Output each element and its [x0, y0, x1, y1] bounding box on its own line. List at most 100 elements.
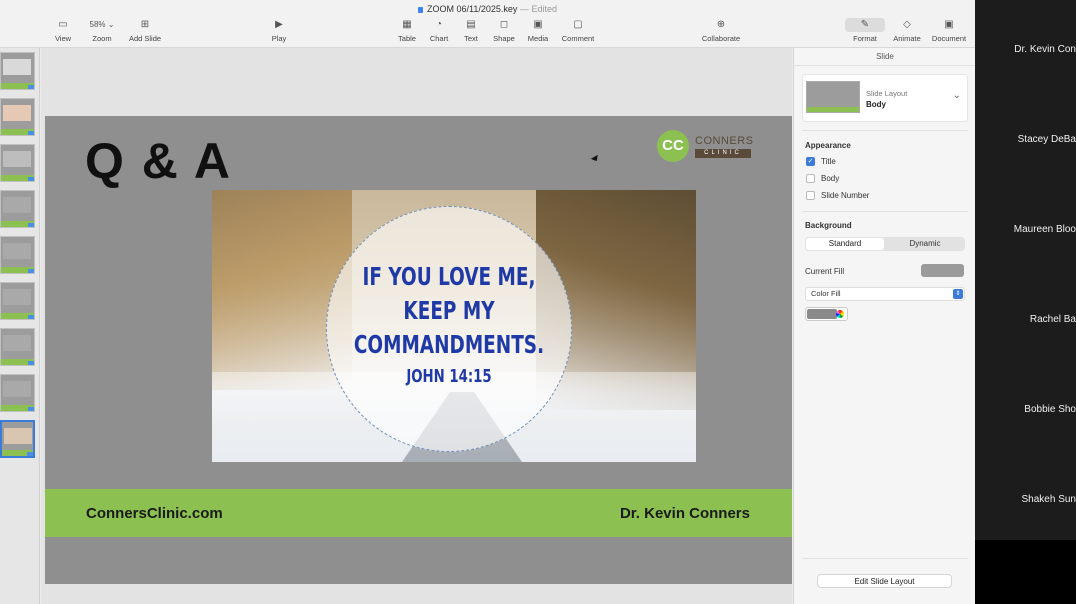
animate-button[interactable]: ◇ Animate: [889, 18, 925, 43]
tab-slide[interactable]: Slide: [794, 48, 976, 66]
logo-mark: CC: [657, 130, 689, 162]
edited-label: Edited: [531, 4, 557, 14]
media-label: Media: [527, 34, 549, 43]
slide-thumbnail[interactable]: [0, 190, 35, 228]
body-checkbox[interactable]: Body: [806, 174, 840, 184]
shape-button[interactable]: ◻ Shape: [491, 18, 517, 43]
layout-label: Slide Layout: [866, 89, 908, 98]
participant-tile[interactable]: Shakeh Sun: [975, 456, 1076, 546]
current-fill-label: Current Fill: [805, 267, 845, 276]
title-checkbox[interactable]: ✓ Title: [806, 157, 836, 167]
slide-thumbnail-selected[interactable]: [0, 420, 35, 458]
collaborate-icon: ⊕: [716, 19, 726, 30]
current-fill-swatch[interactable]: [921, 264, 964, 277]
table-label: Table: [398, 34, 416, 43]
edited-status: — Edited: [520, 4, 557, 14]
slide-thumbnail[interactable]: [0, 98, 35, 136]
document-name: ZOOM 06/11/2025.key: [427, 4, 518, 14]
add-slide-label: Add Slide: [128, 34, 162, 43]
slide-title[interactable]: Q & A: [85, 132, 232, 190]
document-label: Document: [931, 34, 967, 43]
media-button[interactable]: ▣ Media: [525, 18, 551, 43]
quote-image[interactable]: IF YOU LOVE ME, KEEP MY COMMANDMENTS. JO…: [212, 190, 696, 462]
edit-slide-layout-button[interactable]: Edit Slide Layout: [817, 574, 952, 588]
format-label: Format: [853, 34, 877, 43]
slide-canvas[interactable]: Q & A CC CONNERS CLINIC IF YOU LOVE ME, …: [41, 48, 792, 604]
table-button[interactable]: ▦ Table: [395, 18, 419, 43]
quote-line: KEEP MY: [403, 296, 495, 325]
slide-footer[interactable]: ConnersClinic.com Dr. Kevin Conners: [45, 489, 792, 537]
slide-thumbnail[interactable]: [0, 52, 35, 90]
color-wheel-icon: [836, 310, 844, 318]
play-label: Play: [271, 34, 287, 43]
view-button[interactable]: ▭ View: [52, 18, 74, 43]
thumbnail-image: [3, 59, 31, 75]
logo-subtitle: CLINIC: [695, 149, 751, 158]
fill-type-select[interactable]: Color Fill ⇕: [805, 287, 965, 301]
zoom-value: 58%: [89, 20, 106, 29]
standard-segment[interactable]: Standard: [806, 238, 884, 250]
text-box-icon: ▤: [466, 19, 476, 30]
layout-thumbnail-footer: [807, 107, 859, 112]
divider: [802, 211, 968, 212]
add-slide-button[interactable]: ⊞ Add Slide: [124, 18, 166, 43]
thumbnail-image: [3, 151, 31, 167]
slide-thumbnail[interactable]: [0, 282, 35, 320]
chart-icon: ◔: [435, 19, 443, 30]
chevron-down-icon: ⌄: [952, 90, 961, 101]
footer-author: Dr. Kevin Conners: [619, 505, 750, 522]
text-button[interactable]: ▤ Text: [460, 18, 482, 43]
slide-thumbnail[interactable]: [0, 236, 35, 274]
slide-number-checkbox[interactable]: Slide Number: [806, 191, 869, 201]
participant-name: Maureen Bloo: [1013, 224, 1076, 235]
layout-name: Body: [866, 100, 886, 109]
appearance-heading: Appearance: [805, 141, 851, 150]
title-separator: —: [519, 4, 529, 14]
divider: [802, 558, 968, 559]
view-label: View: [54, 34, 72, 43]
participant-tile[interactable]: Dr. Kevin Con: [975, 6, 1076, 96]
dynamic-segment[interactable]: Dynamic: [885, 238, 965, 250]
zoom-button[interactable]: 58% ⌄ Zoom: [84, 18, 120, 43]
thumbnail-marker: [28, 177, 34, 181]
participant-tile[interactable]: Bobbie Sho: [975, 366, 1076, 456]
comment-button[interactable]: ▢ Comment: [560, 18, 596, 43]
quote-line: IF YOU LOVE ME,: [362, 262, 536, 291]
chart-button[interactable]: ◔ Chart: [427, 18, 451, 43]
zoom-participant-panel: Dr. Kevin Con Stacey DeBa Maureen Bloo R…: [975, 0, 1076, 540]
collaborate-button[interactable]: ⊕ Collaborate: [699, 18, 743, 43]
thumbnail-image: [3, 105, 31, 121]
document-panel-icon: ▣: [944, 19, 954, 30]
layout-thumbnail: [806, 81, 860, 113]
play-button[interactable]: ▶ Play: [268, 18, 290, 43]
thumbnail-image: [4, 428, 32, 444]
body-checkbox-label: Body: [821, 174, 840, 183]
slide[interactable]: Q & A CC CONNERS CLINIC IF YOU LOVE ME, …: [45, 116, 792, 584]
document-button[interactable]: ▣ Document: [929, 18, 969, 43]
divider: [802, 130, 968, 131]
background-mode-control: Standard Dynamic: [805, 237, 965, 251]
logo-name: CONNERS: [695, 135, 754, 147]
checkmark-icon: ✓: [806, 157, 815, 167]
color-well[interactable]: [805, 307, 848, 321]
collaborate-label: Collaborate: [701, 34, 741, 43]
play-icon: ▶: [275, 19, 283, 30]
participant-tile[interactable]: Maureen Bloo: [975, 186, 1076, 276]
participant-tile[interactable]: Stacey DeBa: [975, 96, 1076, 186]
chevron-updown-icon: ⇕: [953, 289, 963, 299]
slide-layout-picker[interactable]: Slide Layout Body ⌄: [802, 74, 968, 122]
paintbrush-icon: ✎: [845, 18, 885, 32]
participant-tile[interactable]: Rachel Ba: [975, 276, 1076, 366]
conners-clinic-logo[interactable]: CC CONNERS CLINIC: [657, 130, 757, 164]
keynote-window: ZOOM 06/11/2025.key — Edited ▭ View 58% ⌄…: [0, 0, 976, 604]
slide-thumbnail[interactable]: [0, 374, 35, 412]
thumbnail-marker: [28, 361, 34, 365]
zoom-value-display: 58% ⌄: [84, 18, 120, 32]
format-button[interactable]: ✎ Format: [845, 18, 885, 43]
slide-thumbnail[interactable]: [0, 144, 35, 182]
title-checkbox-label: Title: [821, 157, 836, 166]
fill-type-value: Color Fill: [811, 289, 841, 298]
slide-thumbnail[interactable]: [0, 328, 35, 366]
thumbnail-image: [3, 243, 31, 259]
add-slide-icon: ⊞: [140, 19, 150, 30]
